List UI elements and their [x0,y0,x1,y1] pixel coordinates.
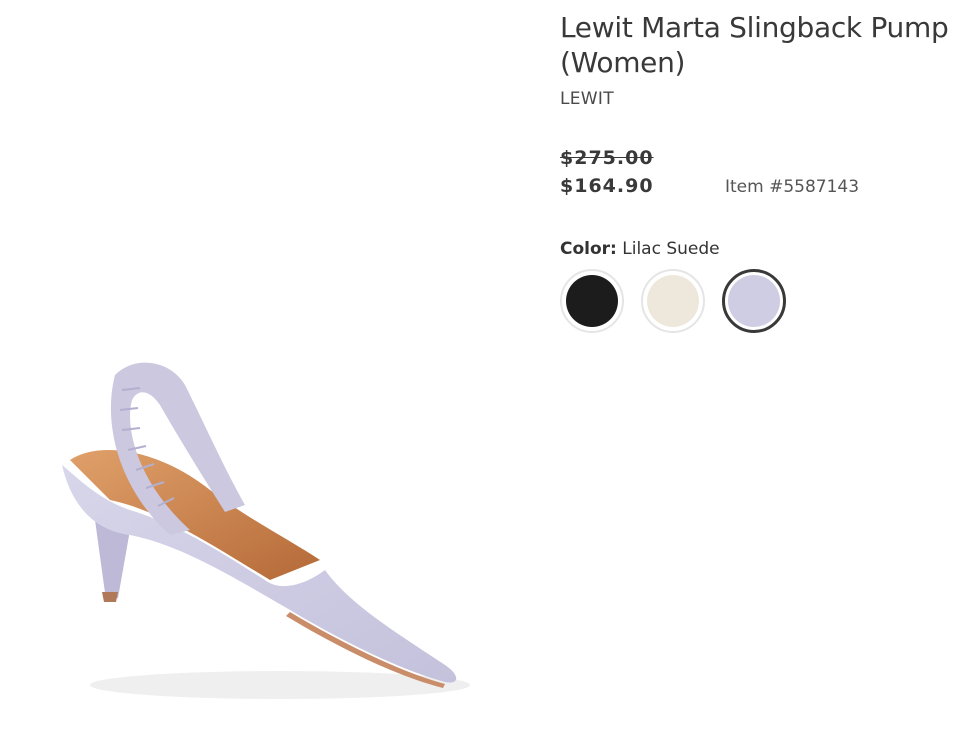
product-title-line-2: (Women) [560,46,686,79]
color-swatch-black[interactable] [560,269,624,333]
product-title-line-1: Lewit Marta Slingback Pump [560,11,949,44]
swatch-fill [647,275,699,327]
swatch-fill [566,275,618,327]
color-swatches [560,269,960,333]
item-number: Item #5587143 [725,177,860,197]
color-label-key: Color: [560,239,617,259]
swatch-fill [728,275,780,327]
brand-link[interactable]: LEWIT [560,89,960,109]
original-price: $275.00 [560,147,654,169]
slingback-pump-image [62,362,470,699]
color-label: Color: Lilac Suede [560,239,960,259]
product-details: Lewit Marta Slingback Pump (Women) LEWIT… [560,10,960,333]
product-image[interactable] [40,330,480,720]
color-swatch-lilac[interactable] [722,269,786,333]
color-swatch-cream[interactable] [641,269,705,333]
price-row: $164.90 Item #5587143 [560,175,960,197]
sale-price: $164.90 [560,175,654,197]
product-title: Lewit Marta Slingback Pump (Women) [560,10,960,80]
selected-color-name: Lilac Suede [622,239,720,259]
